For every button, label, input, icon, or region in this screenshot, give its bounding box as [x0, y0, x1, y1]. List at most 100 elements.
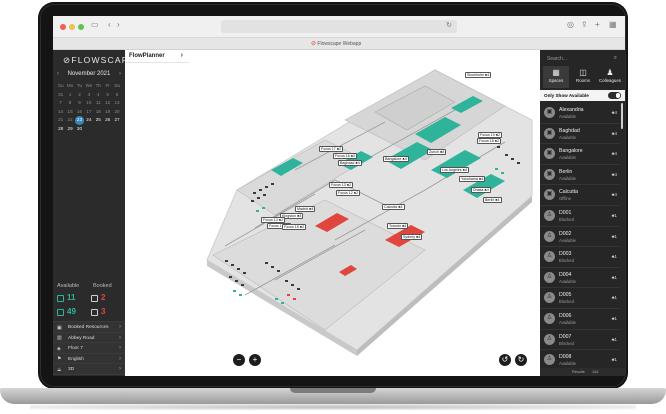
map-room-label[interactable]: Sydney ♣4 — [401, 234, 423, 241]
calendar-day[interactable]: 4 — [94, 91, 103, 100]
room-list-item[interactable]: ♙ D003 Blocked ♣1 — [540, 247, 620, 268]
calendar-day[interactable]: 29 — [65, 125, 74, 134]
room-list-item[interactable]: ▣ Alexandria Available ♣4 — [540, 103, 620, 124]
calendar-day[interactable]: 30 — [75, 125, 84, 134]
browser-tab[interactable]: ⊘ Flowscape Webapp — [311, 40, 361, 47]
map-room-label[interactable]: Focus 19 ♣2 — [478, 132, 503, 139]
calendar-day-selected[interactable]: 23 — [74, 116, 85, 125]
calendar-day[interactable]: 13 — [112, 99, 121, 108]
calendar-day[interactable]: 7 — [56, 99, 65, 108]
calendar-day[interactable]: 20 — [112, 108, 121, 117]
calendar-day[interactable]: 1 — [65, 91, 74, 100]
booked-desks-count: 2 — [101, 293, 106, 302]
calendar-day[interactable]: 12 — [103, 99, 112, 108]
close-window-button[interactable] — [60, 24, 66, 30]
map-room-label[interactable]: Stockholm ♣4 — [465, 72, 492, 79]
calendar-day[interactable]: 11 — [94, 99, 103, 108]
map-room-label[interactable]: Calcutta ♣4 — [382, 204, 405, 211]
calendar-day[interactable]: 28 — [56, 125, 65, 134]
new-tab-icon[interactable]: + — [595, 21, 600, 29]
rotate-right-button[interactable]: ↻ — [515, 354, 527, 366]
tab-rooms[interactable]: ◫ Rooms — [570, 66, 596, 88]
only-available-toggle[interactable] — [608, 92, 621, 99]
room-list-item[interactable]: ▣ Baghdad Available ♣4 — [540, 124, 620, 145]
room-capacity: ♣4 — [611, 171, 617, 177]
calendar-day-prev[interactable]: 31 — [56, 91, 65, 100]
floor-map[interactable]: FlowPlanner › Focus 17 ♣2 Focus 16 ♣2 Ba… — [125, 50, 540, 376]
map-room-label[interactable]: Toronto ♣4 — [387, 223, 409, 230]
shield-icon[interactable]: ◎ — [567, 21, 574, 29]
sidebar-menu-item[interactable]: ▤Building View — [53, 373, 125, 376]
map-room-label[interactable]: Dhaka ♣4 — [471, 187, 491, 194]
minimize-window-button[interactable] — [69, 24, 75, 30]
map-room-label[interactable]: Baghdad ♣4 — [338, 160, 362, 167]
calendar-day[interactable]: 27 — [112, 116, 121, 125]
calendar-day[interactable]: 18 — [94, 108, 103, 117]
map-room-label[interactable]: Bangalore ♣4 — [383, 156, 409, 163]
share-icon[interactable]: ⇪ — [581, 21, 588, 29]
sidebar-toggle-icon[interactable]: ▭ — [91, 21, 99, 29]
calendar-day[interactable]: 26 — [103, 116, 112, 125]
calendar-day[interactable]: 8 — [65, 99, 74, 108]
tab-colleagues[interactable]: ♟ Colleagues — [597, 66, 623, 88]
prev-month-icon[interactable]: ‹ — [57, 71, 59, 77]
map-room-label[interactable]: Focus 17 ♣2 — [319, 146, 344, 153]
sidebar-menu-item[interactable]: ⟁ 3D › — [53, 363, 125, 374]
sidebar-menu-label: Abbey Road — [68, 335, 95, 341]
calendar-day[interactable]: 9 — [75, 99, 84, 108]
calendar-day[interactable]: 19 — [103, 108, 112, 117]
calendar-day[interactable]: 22 — [65, 116, 74, 125]
room-list-item[interactable]: ♙ D007 Blocked ♣1 — [540, 330, 620, 351]
calendar-day[interactable]: 5 — [103, 91, 112, 100]
calendar-day[interactable]: 25 — [94, 116, 103, 125]
address-bar[interactable]: ↻ — [221, 20, 457, 33]
calendar-day[interactable]: 16 — [75, 108, 84, 117]
zoom-in-button[interactable]: + — [249, 354, 261, 366]
search-icon[interactable]: ⌕ — [614, 55, 617, 62]
room-list-item[interactable]: ♙ D004 Available ♣1 — [540, 268, 620, 289]
map-room-label[interactable]: Focus 16 ♣2 — [333, 153, 358, 160]
map-room-label[interactable]: Los Angeles ♣4 — [440, 167, 469, 174]
sidebar-menu-item[interactable]: ⚑ English › — [53, 352, 125, 364]
calendar-day[interactable]: 2 — [75, 91, 84, 100]
calendar-day[interactable]: 14 — [56, 108, 65, 117]
calendar-day[interactable]: 3 — [84, 91, 93, 100]
calendar-day[interactable]: 10 — [84, 99, 93, 108]
room-list-item[interactable]: ♙ D002 Available ♣1 — [540, 227, 620, 248]
weekday-label: We — [85, 83, 93, 88]
calendar-day[interactable]: 15 — [65, 108, 74, 117]
map-room-label[interactable]: Focus 13 ♣2 — [329, 182, 354, 189]
maximize-window-button[interactable] — [78, 24, 84, 30]
calendar-day[interactable]: 17 — [84, 108, 93, 117]
room-list-item[interactable]: ♙ D001 Blocked ♣1 — [540, 206, 620, 227]
map-room-label[interactable]: Focus 18 ♣2 — [477, 138, 502, 145]
zoom-out-button[interactable]: − — [233, 354, 245, 366]
sidebar-menu-item[interactable]: ▣ Booked Resources › — [53, 321, 125, 332]
map-room-label[interactable]: Madrid ♣4 — [295, 206, 316, 213]
room-list-item[interactable]: ▣ Calcutta Offline ♣4 — [540, 185, 620, 206]
sidebar-menu-item[interactable]: ◈ Floor 7 › — [53, 342, 125, 353]
map-room-label[interactable]: Zurich ♣4 — [427, 149, 447, 156]
map-room-label[interactable]: Yokohama ♣4 — [459, 176, 486, 183]
sidebar-menu-item[interactable]: ▥ Abbey Road › — [53, 331, 125, 343]
map-room-label[interactable]: Berlin ♣4 — [483, 197, 502, 204]
calendar-day[interactable]: 24 — [84, 116, 93, 125]
map-room-label[interactable]: Focus 15 ♣2 — [282, 224, 307, 231]
calendar-day[interactable]: 21 — [56, 116, 65, 125]
room-list-item[interactable]: ♙ D005 Blocked ♣1 — [540, 288, 620, 309]
back-icon[interactable]: ‹ — [108, 21, 111, 29]
reload-icon[interactable]: ↻ — [446, 21, 452, 29]
room-list-item[interactable]: ▣ Bangalore Available ♣4 — [540, 144, 620, 165]
tab-overview-icon[interactable]: ▦ — [609, 21, 617, 29]
search-input[interactable]: Search... ⌕ — [544, 54, 621, 64]
calendar-day[interactable]: 6 — [112, 91, 121, 100]
room-list-item[interactable]: ♙ D006 Available ♣1 — [540, 309, 620, 330]
results-footer: Results 144 — [540, 368, 625, 376]
rotate-left-button[interactable]: ↺ — [499, 354, 511, 366]
map-room-label[interactable]: Focus 12 ♣2 — [336, 190, 361, 197]
next-month-icon[interactable]: › — [119, 71, 121, 77]
room-list-scrollbar[interactable] — [621, 103, 623, 129]
forward-icon[interactable]: › — [117, 21, 120, 29]
tab-spaces[interactable]: ▦ Spaces — [543, 66, 569, 88]
room-list-item[interactable]: ▣ Berlin Available ♣4 — [540, 165, 620, 186]
